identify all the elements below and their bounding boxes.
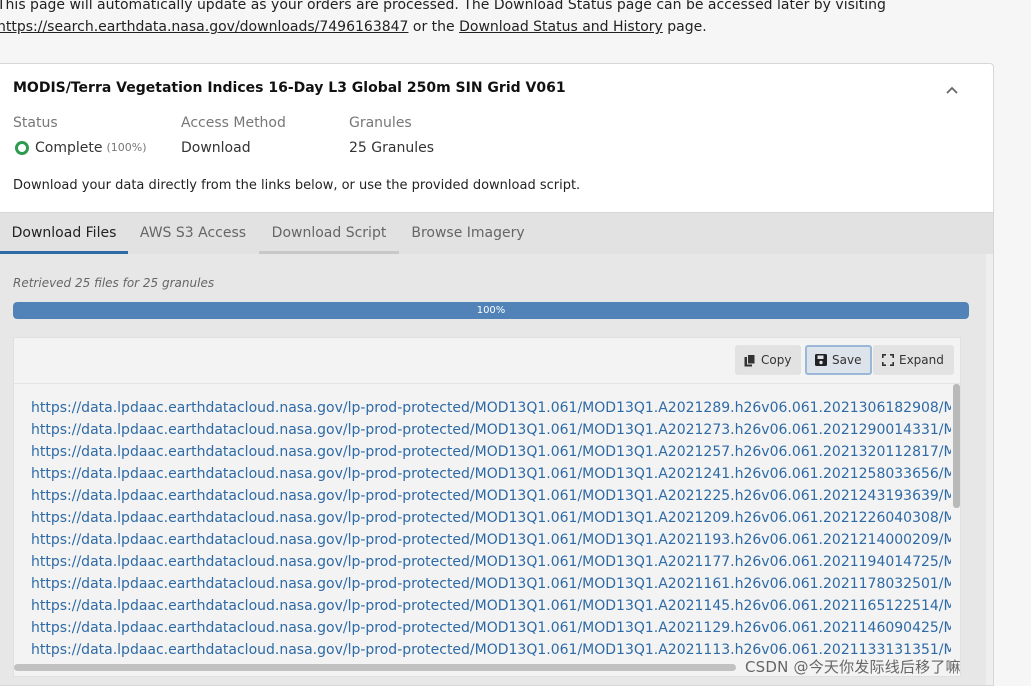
granules-column: Granules 25 Granules — [349, 114, 434, 157]
download-link[interactable]: https://data.lpdaac.earthdatacloud.nasa.… — [31, 419, 951, 441]
download-link[interactable]: https://data.lpdaac.earthdatacloud.nasa.… — [31, 397, 951, 419]
save-button[interactable]: Save — [805, 345, 873, 375]
notice-text: This page will automatically update as y… — [0, 0, 886, 13]
granules-value: 25 Granules — [349, 140, 434, 156]
tab-download-script[interactable]: Download Script — [259, 213, 399, 254]
download-link[interactable]: https://data.lpdaac.earthdatacloud.nasa.… — [31, 529, 951, 551]
notice-page-text: page. — [662, 19, 707, 35]
status-label: Status — [13, 115, 58, 131]
copy-button[interactable]: Copy — [735, 345, 802, 375]
links-vertical-scrollbar[interactable] — [953, 384, 960, 508]
download-files-panel: Retrieved 25 files for 25 granules 100% … — [0, 254, 993, 685]
watermark-text: CSDN @今天你发际线后移了嘛 — [745, 658, 961, 676]
download-link[interactable]: https://data.lpdaac.earthdatacloud.nasa.… — [31, 573, 951, 595]
access-method-column: Access Method Download — [181, 114, 286, 157]
links-toolbar: Copy Save Expand — [14, 338, 960, 384]
panel-scrollbar-track[interactable] — [986, 254, 993, 685]
order-notice: This page will automatically update as y… — [0, 0, 1017, 38]
download-link[interactable]: https://data.lpdaac.earthdatacloud.nasa.… — [31, 507, 951, 529]
expand-button[interactable]: Expand — [873, 345, 954, 375]
granules-label: Granules — [349, 115, 412, 131]
progress-bar: 100% — [13, 302, 969, 319]
tab-download-files[interactable]: Download Files — [0, 213, 128, 254]
expand-label: Expand — [899, 353, 944, 367]
download-url-link[interactable]: https://search.earthdata.nasa.gov/downlo… — [0, 19, 408, 35]
download-description: Download your data directly from the lin… — [13, 178, 581, 193]
access-method-label: Access Method — [181, 115, 286, 131]
complete-status-icon — [15, 141, 29, 155]
collection-card: MODIS/Terra Vegetation Indices 16-Day L3… — [0, 63, 994, 686]
page: This page will automatically update as y… — [0, 0, 1031, 686]
links-horizontal-scrollbar[interactable] — [14, 664, 736, 671]
status-column: Status Complete (100%) — [13, 114, 147, 157]
collection-title: MODIS/Terra Vegetation Indices 16-Day L3… — [13, 80, 566, 96]
status-percent: (100%) — [106, 141, 147, 154]
download-link[interactable]: https://data.lpdaac.earthdatacloud.nasa.… — [31, 551, 951, 573]
links-box: Copy Save Expand https://data.lpdaac.ear… — [13, 337, 961, 677]
progress-fill: 100% — [13, 302, 969, 319]
download-link[interactable]: https://data.lpdaac.earthdatacloud.nasa.… — [31, 617, 951, 639]
status-value: Complete (100%) — [13, 139, 147, 157]
save-icon — [815, 354, 827, 366]
chevron-up-icon[interactable] — [944, 82, 960, 98]
download-links-list: https://data.lpdaac.earthdatacloud.nasa.… — [31, 397, 951, 661]
tab-browse-imagery[interactable]: Browse Imagery — [399, 213, 537, 254]
copy-label: Copy — [761, 353, 792, 367]
tab-aws-s3-access[interactable]: AWS S3 Access — [128, 213, 258, 254]
download-link[interactable]: https://data.lpdaac.earthdatacloud.nasa.… — [31, 441, 951, 463]
status-text: Complete — [35, 140, 103, 156]
download-link[interactable]: https://data.lpdaac.earthdatacloud.nasa.… — [31, 463, 951, 485]
retrieved-files-text: Retrieved 25 files for 25 granules — [13, 276, 215, 290]
notice-or-text: or the — [408, 19, 460, 35]
save-label: Save — [832, 353, 862, 367]
copy-icon — [744, 353, 756, 366]
access-method-value: Download — [181, 140, 251, 156]
download-link[interactable]: https://data.lpdaac.earthdatacloud.nasa.… — [31, 595, 951, 617]
download-status-link[interactable]: Download Status and History — [459, 19, 663, 35]
expand-icon — [882, 354, 894, 366]
download-link[interactable]: https://data.lpdaac.earthdatacloud.nasa.… — [31, 485, 951, 507]
access-tabs: Download Files AWS S3 Access Download Sc… — [0, 212, 993, 254]
